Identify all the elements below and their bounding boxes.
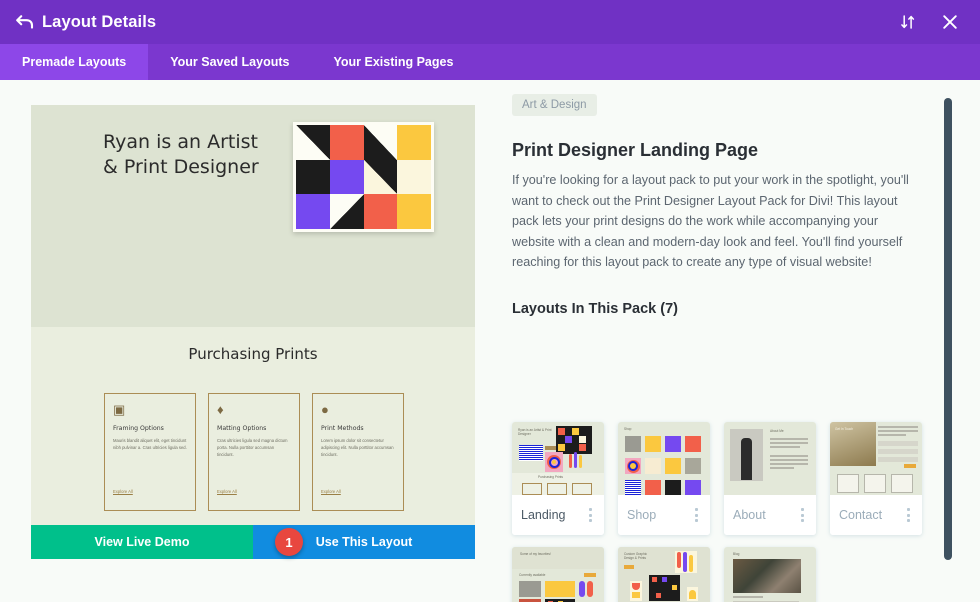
layout-card-about[interactable]: About Me About — [724, 422, 816, 535]
feature-link[interactable]: Explore All — [113, 489, 133, 494]
thumbnail-shop: Shop — [618, 422, 710, 495]
preview-section-title: Purchasing Prints — [31, 345, 475, 363]
kebab-menu-icon[interactable] — [903, 504, 914, 526]
thumb-subtext: Purchasing Prints — [538, 475, 563, 479]
category-badge[interactable]: Art & Design — [512, 94, 597, 116]
kebab-menu-icon[interactable] — [691, 504, 702, 526]
tab-bar: Premade Layouts Your Saved Layouts Your … — [0, 44, 980, 80]
palette-icon: ● — [321, 403, 395, 416]
preview-feature-row: ▣ Framing Options Mauris blandit aliquet… — [104, 393, 404, 511]
layout-card-home[interactable]: Custom Graphic Design & Prints — [618, 547, 710, 602]
tab-your-saved-layouts[interactable]: Your Saved Layouts — [148, 44, 311, 80]
layout-card-label: Shop — [627, 508, 656, 522]
frame-icon: ▣ — [113, 403, 187, 416]
thumb-text: Some of my favorites! — [520, 552, 551, 556]
preview-headline: Ryan is an Artist & Print Designer — [103, 130, 263, 180]
thumbnail-landing: Ryan is an Artist & Print Designer — [512, 422, 604, 495]
layout-card-blog[interactable]: Blog Blog — [724, 547, 816, 602]
poster-geometric-quilt — [293, 122, 434, 232]
thumbnail-gallery: Some of my favorites! Currently availabl… — [512, 547, 604, 602]
thumb-text: Blog — [733, 552, 739, 556]
sort-updown-icon[interactable] — [898, 12, 918, 32]
preview-image: Ryan is an Artist & Print Designer — [31, 105, 475, 525]
feature-card: ♦ Matting Options Cras ultricies ligula … — [208, 393, 300, 511]
layout-details-modal: Layout Details Premade Layouts Your Save… — [0, 0, 980, 602]
thumb-subtext: Currently available — [519, 573, 545, 577]
feature-link[interactable]: Explore All — [217, 489, 237, 494]
layout-card-label: Landing — [521, 508, 566, 522]
feature-text: Mauris blandit aliquet elit, eget tincid… — [113, 437, 187, 451]
scrollbar-thumb[interactable] — [944, 98, 952, 560]
feature-title: Print Methods — [321, 425, 395, 432]
feature-text: Cras ultricies ligula sed magna dictum p… — [217, 437, 291, 458]
feature-link[interactable]: Explore All — [321, 489, 341, 494]
use-this-layout-button[interactable]: 1 Use This Layout — [253, 525, 475, 559]
thumbnail-about: About Me — [724, 422, 816, 495]
back-arrow-icon[interactable] — [14, 11, 36, 33]
view-live-demo-button[interactable]: View Live Demo — [31, 525, 253, 559]
feature-card: ▣ Framing Options Mauris blandit aliquet… — [104, 393, 196, 511]
thumb-text: Ryan is an Artist & Print Designer — [518, 428, 552, 437]
thumb-text: About Me — [770, 429, 784, 433]
feature-card: ● Print Methods Lorem ipsum dolor sit co… — [312, 393, 404, 511]
layouts-in-pack-heading: Layouts In This Pack (7) — [512, 301, 922, 317]
thumbnail-contact: Get In Touch — [830, 422, 922, 495]
preview-action-buttons: View Live Demo 1 Use This Layout — [31, 525, 475, 559]
tab-premade-layouts[interactable]: Premade Layouts — [0, 44, 148, 80]
thumb-text: Custom Graphic Design & Prints — [624, 552, 656, 561]
layout-card-gallery[interactable]: Some of my favorites! Currently availabl… — [512, 547, 604, 602]
pack-description: If you're looking for a layout pack to p… — [512, 170, 916, 273]
thumb-text: Shop — [624, 427, 631, 431]
scrollbar-track[interactable] — [944, 80, 952, 602]
layout-card-grid: Ryan is an Artist & Print Designer — [512, 422, 932, 602]
use-this-layout-label: Use This Layout — [316, 535, 413, 549]
layout-card-label: About — [733, 508, 766, 522]
pack-title: Print Designer Landing Page — [512, 140, 922, 161]
feature-title: Framing Options — [113, 425, 187, 432]
tab-your-existing-pages[interactable]: Your Existing Pages — [311, 44, 475, 80]
pack-details: Art & Design Print Designer Landing Page… — [512, 94, 922, 317]
layout-card-shop[interactable]: Shop — [618, 422, 710, 535]
step-badge: 1 — [275, 528, 303, 556]
feature-title: Matting Options — [217, 425, 291, 432]
feature-text: Lorem ipsum dolor sit consectetur adipis… — [321, 437, 395, 458]
modal-body: Ryan is an Artist & Print Designer — [0, 80, 980, 602]
kebab-menu-icon[interactable] — [797, 504, 808, 526]
thumb-text: Get In Touch — [835, 427, 853, 431]
layout-card-label: Contact — [839, 508, 882, 522]
page-title: Layout Details — [42, 13, 156, 32]
layout-card-contact[interactable]: Get In Touch Contact — [830, 422, 922, 535]
thumbnail-home: Custom Graphic Design & Prints — [618, 547, 710, 602]
layout-card-landing[interactable]: Ryan is an Artist & Print Designer — [512, 422, 604, 535]
layers-icon: ♦ — [217, 403, 291, 416]
layout-preview: Ryan is an Artist & Print Designer — [31, 105, 475, 565]
modal-header: Layout Details — [0, 0, 980, 44]
kebab-menu-icon[interactable] — [585, 504, 596, 526]
thumbnail-blog: Blog — [724, 547, 816, 602]
close-icon[interactable] — [940, 12, 960, 32]
header-actions — [898, 12, 960, 32]
